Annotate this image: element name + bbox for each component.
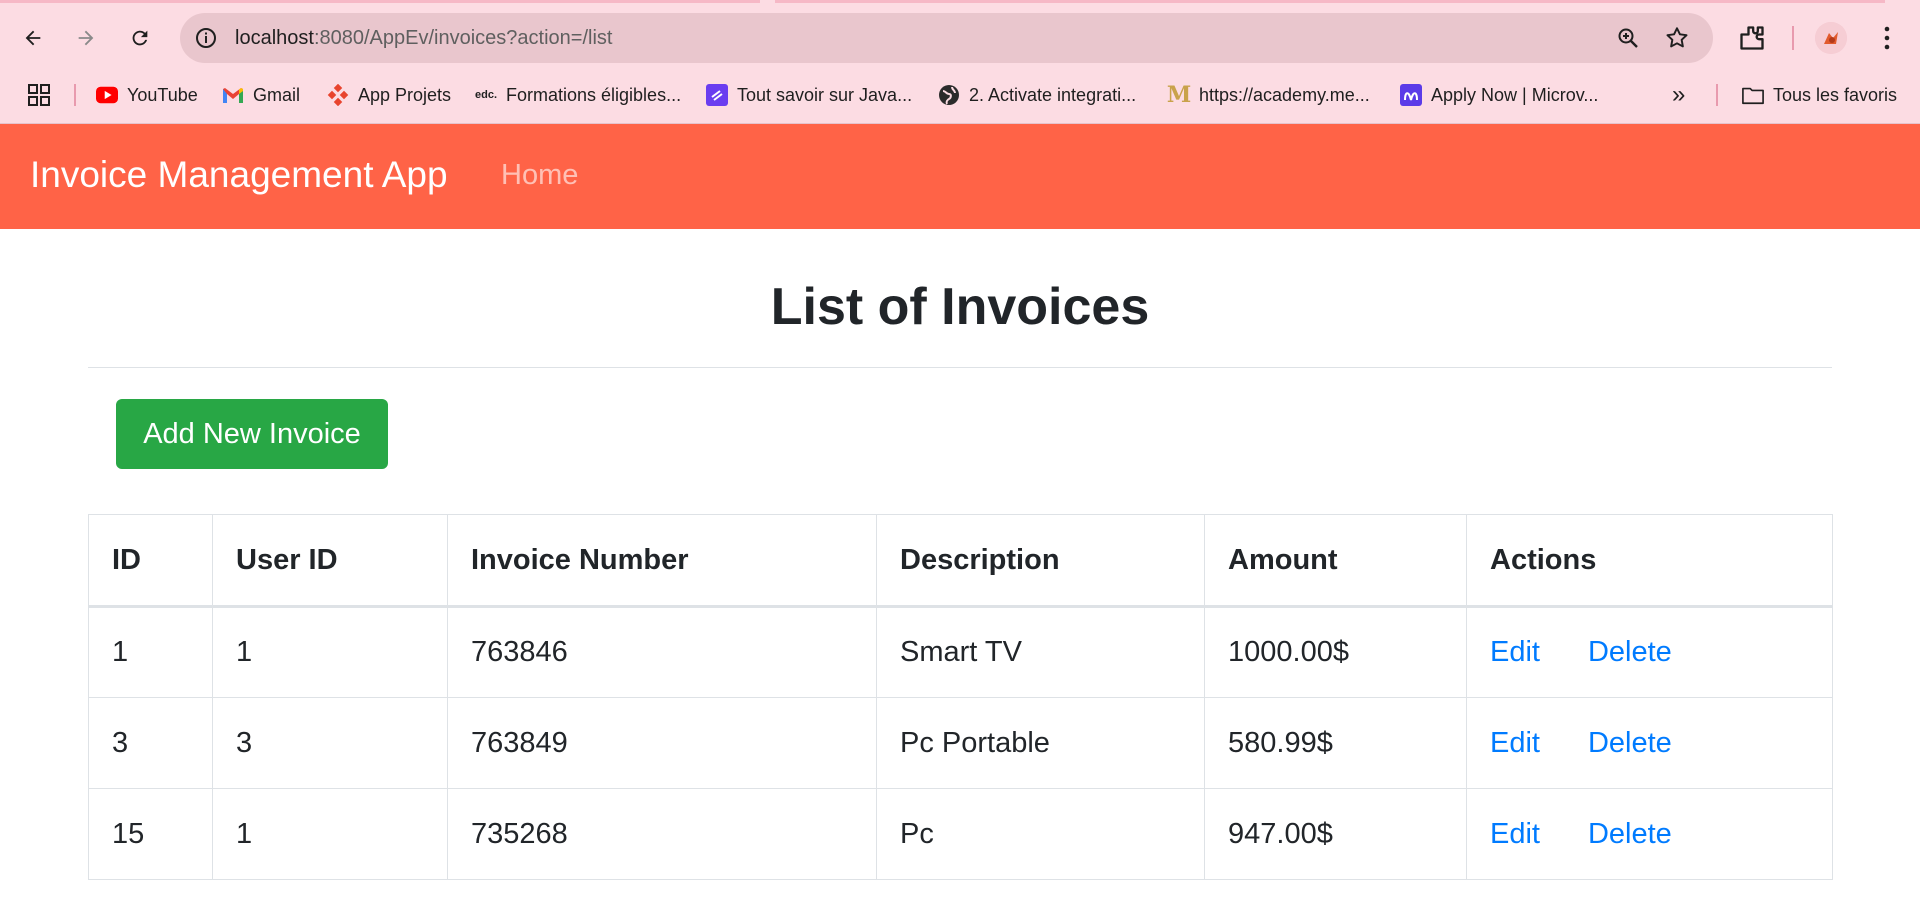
more-bookmarks-button[interactable]: » — [1672, 80, 1685, 110]
cell-id: 1 — [88, 606, 213, 698]
forward-arrow-icon — [78, 30, 94, 46]
cell-description: Pc Portable — [876, 697, 1205, 789]
cell-amount: 580.99$ — [1204, 697, 1467, 789]
invoices-table: ID User ID Invoice Number Description Am… — [88, 514, 1833, 880]
folder-icon — [1742, 84, 1764, 106]
bookmark-activate[interactable]: 2. Activate integrati... — [938, 80, 1136, 110]
title-divider — [88, 367, 1832, 368]
bookmark-label: 2. Activate integrati... — [969, 84, 1137, 105]
bookmark-microv[interactable]: Apply Now | Microv... — [1400, 80, 1598, 110]
reload-icon — [132, 30, 148, 46]
globe-icon — [938, 84, 960, 106]
tab-inactive[interactable] — [0, 0, 760, 3]
forward-button[interactable] — [66, 18, 106, 58]
cell-actions: Edit Delete — [1466, 697, 1833, 789]
bookmark-label: Gmail — [253, 84, 301, 105]
cell-actions: Edit Delete — [1466, 788, 1833, 880]
table-row: 1 1 763846 Smart TV 1000.00$ Edit Delete — [88, 606, 1833, 698]
edit-link[interactable]: Edit — [1490, 636, 1540, 668]
delete-link[interactable]: Delete — [1588, 818, 1672, 850]
cell-description: Pc — [876, 788, 1205, 880]
bookmarks-bar: YouTube Gmail App Projets edc. Formation… — [0, 76, 1920, 116]
edit-link[interactable]: Edit — [1490, 727, 1540, 759]
back-arrow-icon — [25, 30, 41, 46]
column-header-id: ID — [88, 514, 213, 608]
table-row: 15 1 735268 Pc 947.00$ Edit Delete — [88, 788, 1833, 880]
address-bar[interactable]: localhost:8080/AppEv/invoices?action=/li… — [180, 13, 1713, 63]
bookmarks-separator — [74, 84, 76, 106]
delete-link[interactable]: Delete — [1588, 636, 1672, 668]
cell-invoice-number: 735268 — [447, 788, 877, 880]
app-projets-icon — [327, 84, 349, 106]
cell-user-id: 3 — [212, 697, 448, 789]
cell-invoice-number: 763849 — [447, 697, 877, 789]
bookmark-star-icon[interactable] — [1664, 25, 1690, 51]
extensions-icon[interactable] — [1738, 24, 1766, 52]
gmail-icon — [222, 84, 244, 106]
bookmarks-separator — [1716, 84, 1718, 106]
youtube-icon — [96, 84, 118, 106]
table-header-row: ID User ID Invoice Number Description Am… — [88, 514, 1833, 608]
profile-avatar[interactable] — [1815, 22, 1847, 54]
url-text[interactable]: localhost:8080/AppEv/invoices?action=/li… — [235, 27, 612, 50]
bookmark-label: App Projets — [358, 84, 452, 105]
app-navbar: Invoice Management App Home — [0, 124, 1920, 229]
cell-id: 15 — [88, 788, 213, 880]
site-info-icon[interactable] — [194, 26, 218, 50]
nav-home-link[interactable]: Home — [501, 159, 578, 192]
apps-grid-icon[interactable] — [28, 84, 50, 106]
cell-user-id: 1 — [212, 606, 448, 698]
add-new-invoice-button[interactable]: Add New Invoice — [116, 399, 388, 469]
edit-link[interactable]: Edit — [1490, 818, 1540, 850]
column-header-user-id: User ID — [212, 514, 448, 608]
bookmark-label: YouTube — [127, 84, 198, 105]
tab-strip — [0, 0, 1920, 4]
column-header-description: Description — [876, 514, 1205, 608]
bookmark-gmail[interactable]: Gmail — [222, 80, 300, 110]
bookmark-label: Apply Now | Microv... — [1431, 84, 1599, 105]
bookmark-label: Tout savoir sur Java... — [737, 84, 913, 105]
cell-actions: Edit Delete — [1466, 606, 1833, 698]
cell-user-id: 1 — [212, 788, 448, 880]
profile-avatar-icon — [1815, 22, 1847, 54]
bookmark-app-projets[interactable]: App Projets — [327, 80, 451, 110]
bookmark-youtube[interactable]: YouTube — [96, 80, 198, 110]
delete-link[interactable]: Delete — [1588, 727, 1672, 759]
zoom-icon[interactable] — [1616, 26, 1640, 50]
bookmark-label: Formations éligibles... — [506, 84, 682, 105]
bookmark-academy[interactable]: M https://academy.me... — [1166, 80, 1370, 110]
all-bookmarks-label: Tous les favoris — [1773, 84, 1898, 105]
cell-invoice-number: 763846 — [447, 606, 877, 698]
browser-chrome: localhost:8080/AppEv/invoices?action=/li… — [0, 0, 1920, 124]
column-header-invoice-number: Invoice Number — [447, 514, 877, 608]
academy-m-icon: M — [1166, 82, 1192, 108]
page-title: List of Invoices — [770, 278, 1150, 336]
url-host: localhost — [235, 27, 314, 49]
bookmark-formations[interactable]: edc. Formations éligibles... — [475, 80, 681, 110]
back-button[interactable] — [13, 18, 53, 58]
bookmark-label: https://academy.me... — [1199, 84, 1370, 105]
toolbar-separator — [1792, 26, 1794, 50]
column-header-actions: Actions — [1466, 514, 1833, 608]
browser-menu-icon[interactable] — [1875, 22, 1899, 54]
microv-icon — [1400, 84, 1422, 106]
java-course-icon — [706, 84, 728, 106]
reload-button[interactable] — [120, 18, 160, 58]
more-bookmarks-label: » — [1672, 81, 1686, 108]
cell-id: 3 — [88, 697, 213, 789]
column-header-amount: Amount — [1204, 514, 1467, 608]
edc-icon: edc. — [475, 89, 498, 101]
cell-amount: 1000.00$ — [1204, 606, 1467, 698]
bookmark-java[interactable]: Tout savoir sur Java... — [706, 80, 912, 110]
url-path: :8080/AppEv/invoices?action=/list — [313, 27, 613, 49]
cell-amount: 947.00$ — [1204, 788, 1467, 880]
tab-active[interactable] — [775, 0, 1885, 3]
cell-description: Smart TV — [876, 606, 1205, 698]
app-brand[interactable]: Invoice Management App — [30, 154, 448, 196]
table-row: 3 3 763849 Pc Portable 580.99$ Edit Delet… — [88, 697, 1833, 789]
all-bookmarks-folder[interactable]: Tous les favoris — [1742, 80, 1897, 110]
